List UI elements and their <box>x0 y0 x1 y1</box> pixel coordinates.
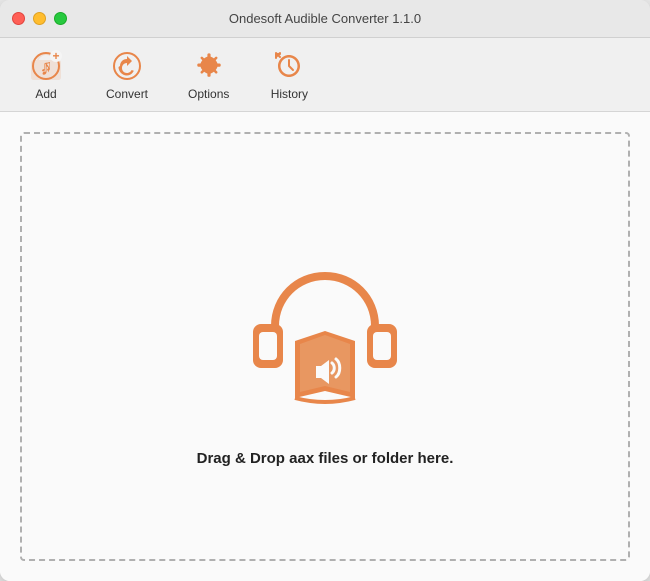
minimize-button[interactable] <box>33 12 46 25</box>
history-icon <box>271 48 307 84</box>
svg-text:+: + <box>52 49 59 63</box>
app-window: Ondesoft Audible Converter 1.1.0 ♪ ♫ + A… <box>0 0 650 581</box>
close-button[interactable] <box>12 12 25 25</box>
toolbar-item-history[interactable]: History <box>259 44 319 105</box>
toolbar: ♪ ♫ + Add Convert <box>0 38 650 112</box>
options-icon <box>191 48 227 84</box>
drop-zone[interactable]: Drag & Drop aax files or folder here. <box>20 132 630 561</box>
maximize-button[interactable] <box>54 12 67 25</box>
drop-zone-text: Drag & Drop aax files or folder here. <box>197 450 454 467</box>
toolbar-item-convert[interactable]: Convert <box>96 44 158 105</box>
options-label: Options <box>188 87 229 101</box>
history-label: History <box>271 87 308 101</box>
toolbar-item-add[interactable]: ♪ ♫ + Add <box>16 44 76 105</box>
window-title: Ondesoft Audible Converter 1.1.0 <box>229 11 421 26</box>
drop-zone-icon <box>225 226 425 426</box>
window-controls <box>12 12 67 25</box>
main-content: Drag & Drop aax files or folder here. <box>0 112 650 581</box>
title-bar: Ondesoft Audible Converter 1.1.0 <box>0 0 650 38</box>
svg-text:♫: ♫ <box>40 58 52 75</box>
convert-label: Convert <box>106 87 148 101</box>
convert-icon <box>109 48 145 84</box>
add-label: Add <box>35 87 56 101</box>
toolbar-item-options[interactable]: Options <box>178 44 239 105</box>
add-icon: ♪ ♫ + <box>28 48 64 84</box>
